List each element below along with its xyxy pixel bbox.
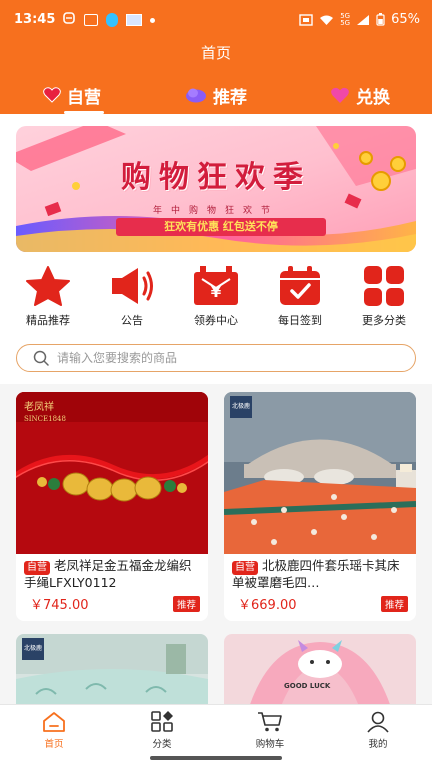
quick-link-label: 更多分类 bbox=[362, 314, 406, 327]
self-operated-tag: 自营 bbox=[24, 561, 50, 575]
product-image: 北极鹿 bbox=[224, 392, 416, 554]
tab-self-operated[interactable]: 自营 bbox=[0, 80, 144, 110]
tab-label: 购物车 bbox=[255, 739, 285, 750]
quick-link-categories[interactable]: 更多分类 bbox=[349, 266, 419, 336]
quick-link-announcement[interactable]: 公告 bbox=[97, 266, 167, 336]
product-price: ￥669.00 bbox=[238, 598, 297, 613]
quick-link-label: 公告 bbox=[121, 314, 143, 327]
quick-link-label: 每日签到 bbox=[278, 314, 322, 327]
nfc-icon bbox=[299, 13, 313, 26]
product-image: 北极鹿 bbox=[16, 634, 208, 704]
product-card[interactable]: 老凤祥 SINCE1848 自营 老凤祥足金五福金龙编织手绳LFXLY0112 ￥… bbox=[16, 392, 208, 621]
signal-icon bbox=[357, 14, 370, 25]
product-card[interactable]: GOOD LUCK bbox=[224, 634, 416, 704]
signal-5g-icon: 5G 5G bbox=[340, 11, 351, 27]
promo-banner[interactable]: 购物狂欢季 年中购物狂欢节 狂欢有优惠 红包送不停 bbox=[16, 126, 416, 252]
message-icon bbox=[84, 14, 98, 26]
quick-link-label: 领券中心 bbox=[194, 314, 238, 327]
quick-link-label: 精品推荐 bbox=[26, 314, 70, 327]
product-image: 老凤祥 SINCE1848 bbox=[16, 392, 208, 554]
grid-icon bbox=[364, 266, 404, 306]
quick-link-checkin[interactable]: 每日签到 bbox=[265, 266, 335, 336]
page-title: 首页 bbox=[200, 44, 231, 62]
calendar-check-icon bbox=[280, 266, 320, 305]
app-notification-icon bbox=[106, 13, 118, 27]
self-operated-tag: 自营 bbox=[232, 561, 258, 575]
tab-label: 兑换 bbox=[356, 87, 390, 108]
status-time: 13:45 bbox=[14, 12, 56, 27]
quick-link-coupons[interactable]: ¥ 领券中心 bbox=[181, 266, 251, 336]
product-print-text: GOOD LUCK bbox=[284, 682, 331, 690]
user-icon bbox=[367, 711, 389, 733]
product-name: 自营 老凤祥足金五福金龙编织手绳LFXLY0112 bbox=[24, 558, 192, 588]
quick-link-featured[interactable]: 精品推荐 bbox=[13, 266, 83, 336]
heart-icon bbox=[331, 87, 349, 103]
heart-icon bbox=[43, 87, 61, 103]
main-content[interactable]: 购物狂欢季 年中购物狂欢节 狂欢有优惠 红包送不停 精品推荐 公告 ¥ 领券中心… bbox=[0, 114, 432, 704]
wifi-icon bbox=[320, 15, 334, 25]
cart-icon bbox=[258, 712, 282, 732]
status-notification-icons bbox=[62, 11, 155, 29]
more-dot-icon bbox=[150, 17, 155, 23]
product-card[interactable]: 北极鹿 自营 北极鹿四件套乐瑶卡其床单被罩磨毛四… ￥669.00 推荐 bbox=[224, 392, 416, 621]
quick-links: 精品推荐 公告 ¥ 领券中心 每日签到 更多分类 bbox=[0, 266, 432, 336]
category-icon bbox=[151, 711, 173, 732]
banner-subtitle: 年中购物狂欢节 bbox=[152, 206, 279, 216]
tab-recommend[interactable]: 推荐 bbox=[144, 80, 288, 110]
tab-label: 首页 bbox=[44, 739, 64, 750]
status-system-icons: 5G 5G 65% bbox=[299, 12, 420, 27]
brand-logo: 北极鹿 bbox=[230, 396, 252, 418]
product-price: ￥745.00 bbox=[30, 598, 89, 613]
recommend-badge: 推荐 bbox=[380, 595, 408, 612]
top-tabs: 自营 推荐 兑换 bbox=[0, 80, 432, 110]
tab-label: 自营 bbox=[67, 87, 101, 108]
product-card[interactable]: 北极鹿 bbox=[16, 634, 208, 704]
home-icon bbox=[43, 712, 65, 732]
banner-title: 购物狂欢季 bbox=[121, 160, 311, 195]
search-icon bbox=[33, 350, 49, 366]
battery-icon bbox=[376, 13, 385, 26]
search-bar[interactable] bbox=[16, 344, 416, 372]
tab-label: 推荐 bbox=[213, 87, 247, 108]
tab-profile[interactable]: 我的 bbox=[324, 705, 432, 768]
status-bar: 13:45 5G 5G 65% bbox=[0, 0, 432, 40]
star-icon bbox=[26, 266, 70, 306]
tab-label: 我的 bbox=[368, 739, 388, 750]
recommend-badge: 推荐 bbox=[172, 595, 200, 612]
battery-percent: 65% bbox=[391, 12, 420, 27]
megaphone-icon bbox=[112, 268, 153, 304]
product-image: GOOD LUCK bbox=[224, 634, 416, 704]
brand-logo: 北极鹿 bbox=[22, 638, 44, 660]
product-name: 自营 北极鹿四件套乐瑶卡其床单被罩磨毛四… bbox=[232, 558, 400, 588]
cloud-icon bbox=[186, 88, 206, 103]
tab-exchange[interactable]: 兑换 bbox=[288, 80, 432, 110]
notification-icon bbox=[62, 11, 76, 29]
tab-home[interactable]: 首页 bbox=[0, 705, 108, 768]
image-notification-icon bbox=[126, 14, 142, 26]
brand-logo: 老凤祥 SINCE1848 bbox=[24, 402, 66, 423]
home-indicator[interactable] bbox=[150, 756, 282, 760]
banner-ribbon: 狂欢有优惠 红包送不停 bbox=[116, 218, 326, 236]
tab-label: 分类 bbox=[152, 739, 172, 750]
coupon-icon: ¥ bbox=[194, 266, 238, 305]
search-input[interactable] bbox=[57, 351, 387, 365]
